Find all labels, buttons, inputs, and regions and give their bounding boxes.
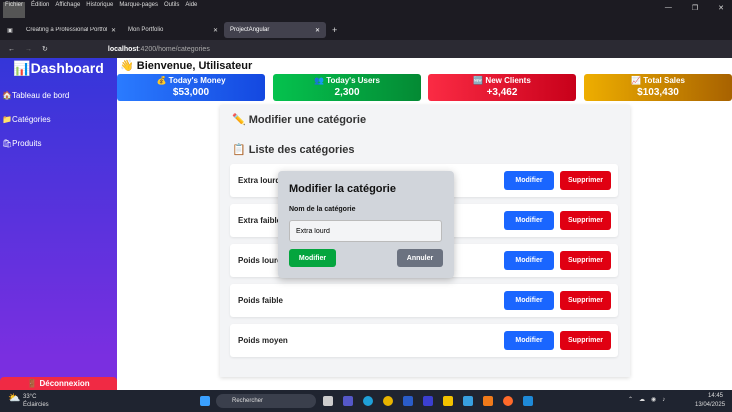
sidebar: 📊Dashboard 🏠Tableau de bord 📁Catégories … (0, 58, 117, 390)
menu-historique[interactable]: Historique (86, 2, 113, 18)
menu-bar: Fichier Édition Affichage Historique Mar… (0, 0, 732, 20)
brand-title: 📊Dashboard (13, 60, 104, 76)
forward-icon[interactable]: → (25, 46, 32, 53)
card-value: $53,000 (172, 87, 210, 98)
tab-bar: ▣ Creating a Professional Portfolio ✕ Mon… (0, 20, 732, 40)
category-name: Poids lourd (238, 256, 282, 265)
category-name-input[interactable] (289, 220, 442, 242)
url-input[interactable]: localhost:4200/home/categories (108, 46, 210, 53)
menu-fichier[interactable]: Fichier (3, 2, 26, 18)
task-view-icon[interactable] (323, 396, 333, 406)
xampp-icon[interactable] (483, 396, 493, 406)
edge-icon[interactable] (363, 396, 373, 406)
app2-icon[interactable] (463, 396, 473, 406)
close-icon[interactable]: ✕ (213, 27, 218, 34)
tab-project-angular[interactable]: ProjectAngular ✕ (224, 22, 326, 38)
teams-icon[interactable] (343, 396, 353, 406)
maximize-icon[interactable]: ❐ (692, 4, 698, 12)
edit-category-modal: Modifier la catégorie Nom de la catégori… (278, 171, 454, 278)
card-value: 2,300 (334, 87, 360, 98)
card-users: 👥 Today's Users 2,300 (273, 74, 421, 101)
clock-time: 14:45 (708, 393, 724, 399)
minimize-icon[interactable]: — (665, 4, 672, 12)
search-placeholder: Rechercher (232, 398, 264, 404)
edit-heading: ✏️ Modifier une catégorie (232, 114, 367, 126)
list-heading: 📋 Liste des catégories (232, 144, 355, 156)
tab-mon-portfolio[interactable]: Mon Portfolio ✕ (122, 22, 224, 38)
sidebar-item-products[interactable]: 🛍Produits (2, 139, 117, 148)
card-value: $103,430 (637, 87, 679, 98)
firefox-icon[interactable] (503, 396, 513, 406)
card-title: 📈 Total Sales (631, 76, 685, 85)
logout-button[interactable]: 🚪 Déconnexion (0, 377, 117, 390)
chrome-icon[interactable] (383, 396, 393, 406)
sidebar-item-dashboard[interactable]: 🏠Tableau de bord (2, 91, 117, 100)
delete-button[interactable]: Supprimer (560, 291, 611, 310)
tab-list-icon[interactable]: ▣ (0, 27, 20, 34)
delete-button[interactable]: Supprimer (560, 171, 611, 190)
modal-title: Modifier la catégorie (289, 183, 396, 195)
url-host: localhost (107, 45, 139, 53)
card-clients: 🆕 New Clients +3,462 (428, 74, 576, 101)
modify-button[interactable]: Modifier (504, 171, 554, 190)
delete-button[interactable]: Supprimer (560, 251, 611, 270)
card-title: 💰 Today's Money (156, 76, 226, 85)
modal-cancel-button[interactable]: Annuler (397, 249, 443, 267)
powershell-icon[interactable] (403, 396, 413, 406)
clock-date: 13/04/2025 (695, 402, 726, 408)
taskbar-search[interactable]: Rechercher (216, 394, 316, 408)
taskbar: ⛅ 33°C Éclaircies Rechercher ⌃☁︎◉♪ 14:45… (0, 390, 732, 412)
card-money: 💰 Today's Money $53,000 (117, 74, 265, 101)
app-icon[interactable] (423, 396, 433, 406)
weather-icon: ⛅ (8, 393, 21, 404)
welcome-title: 👋 Bienvenue, Utilisateur (120, 60, 253, 72)
card-sales: 📈 Total Sales $103,430 (584, 74, 732, 101)
card-title: 👥 Today's Users (314, 76, 380, 85)
field-label: Nom de la catégorie (289, 206, 356, 213)
vscode-icon[interactable] (523, 396, 533, 406)
sidebar-item-categories[interactable]: 📁Catégories (2, 115, 117, 124)
delete-button[interactable]: Supprimer (560, 331, 611, 350)
start-icon[interactable] (200, 396, 210, 406)
delete-button[interactable]: Supprimer (560, 211, 611, 230)
close-icon[interactable]: ✕ (111, 27, 116, 34)
modify-button[interactable]: Modifier (504, 331, 554, 350)
card-value: +3,462 (486, 87, 518, 98)
modal-submit-button[interactable]: Modifier (289, 249, 336, 267)
category-name: Extra lourd (238, 176, 281, 185)
address-bar: ← → ↻ localhost:4200/home/categories (0, 40, 732, 58)
category-row: Poids faible Modifier Supprimer (230, 284, 618, 317)
weather-temp: 33°C (23, 394, 37, 400)
category-name: Poids faible (238, 296, 283, 305)
file-explorer-icon[interactable] (443, 396, 453, 406)
window-controls: — ❐ ✕ (665, 4, 724, 12)
category-name: Poids moyen (238, 336, 288, 345)
category-name: Extra faible (238, 216, 282, 225)
tray-icons[interactable]: ⌃☁︎◉♪ (628, 396, 671, 403)
tab-label: ProjectAngular (230, 27, 270, 33)
tab-label: Mon Portfolio (128, 27, 164, 33)
category-row: Poids moyen Modifier Supprimer (230, 324, 618, 357)
new-tab-icon[interactable]: + (332, 25, 337, 35)
card-title: 🆕 New Clients (473, 76, 531, 85)
menu-marque-pages[interactable]: Marque-pages (119, 2, 158, 18)
weather-desc: Éclaircies (23, 402, 49, 408)
reload-icon[interactable]: ↻ (42, 45, 48, 53)
close-icon[interactable]: ✕ (315, 27, 320, 34)
close-icon[interactable]: ✕ (718, 4, 724, 12)
tab-label: Creating a Professional Portfolio (26, 27, 107, 33)
modify-button[interactable]: Modifier (504, 251, 554, 270)
modify-button[interactable]: Modifier (504, 211, 554, 230)
menu-aide[interactable]: Aide (185, 2, 197, 18)
modify-button[interactable]: Modifier (504, 291, 554, 310)
menu-affichage[interactable]: Affichage (55, 2, 80, 18)
url-path: :4200/home/categories (138, 45, 210, 53)
tab-portfolio-pro[interactable]: Creating a Professional Portfolio ✕ (20, 22, 122, 38)
menu-outils[interactable]: Outils (164, 2, 179, 18)
menu-edition[interactable]: Édition (31, 2, 49, 18)
back-icon[interactable]: ← (8, 46, 15, 53)
